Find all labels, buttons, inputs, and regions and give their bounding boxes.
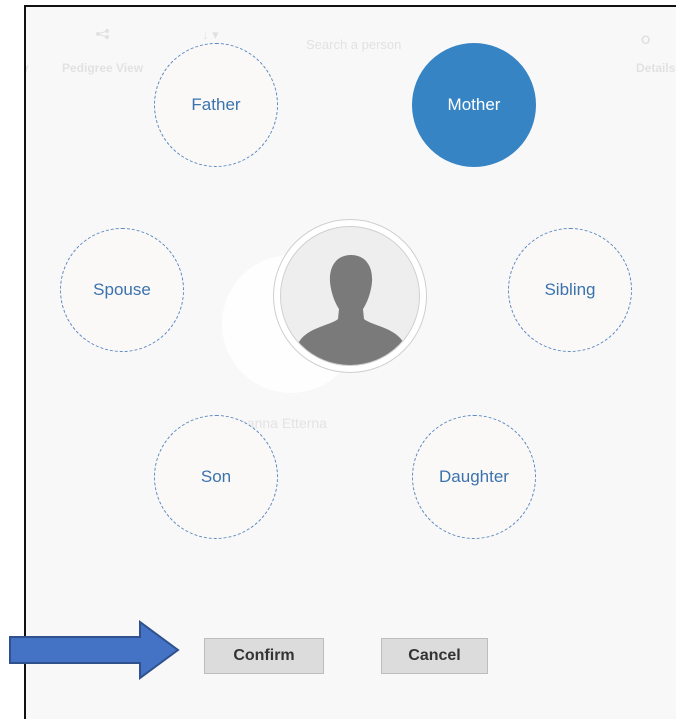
relation-mother[interactable]: Mother bbox=[412, 43, 536, 167]
relation-daughter[interactable]: Daughter bbox=[412, 415, 536, 539]
confirm-button[interactable]: Confirm bbox=[204, 638, 324, 674]
relation-spouse-label: Spouse bbox=[93, 280, 151, 299]
relation-father[interactable]: Father bbox=[154, 43, 278, 167]
toolbar-edge-text: y bbox=[26, 61, 29, 75]
person-silhouette-icon bbox=[289, 255, 413, 365]
relation-spouse[interactable]: Spouse bbox=[60, 228, 184, 352]
relation-father-label: Father bbox=[191, 95, 241, 114]
details-icon: O bbox=[641, 33, 651, 47]
cancel-button[interactable]: Cancel bbox=[381, 638, 488, 674]
avatar-placeholder bbox=[280, 226, 420, 366]
details-tab: Details bbox=[636, 61, 676, 75]
arrow-right-icon bbox=[9, 620, 180, 680]
relation-sibling[interactable]: Sibling bbox=[508, 228, 632, 352]
background-toolbar: y Pedigree View ↓ ▾ ns Search a person O… bbox=[26, 27, 676, 77]
toolbar-arrows: ↓ ▾ bbox=[202, 27, 219, 42]
relationship-dialog: y Pedigree View ↓ ▾ ns Search a person O… bbox=[24, 5, 676, 719]
background-search-input: Search a person bbox=[306, 37, 402, 52]
pedigree-view-tab: Pedigree View bbox=[62, 61, 144, 75]
relation-daughter-label: Daughter bbox=[439, 467, 509, 486]
relation-son-label: Son bbox=[200, 467, 232, 486]
relation-sibling-label: Sibling bbox=[544, 280, 596, 299]
relation-mother-label: Mother bbox=[447, 95, 501, 114]
avatar bbox=[273, 219, 427, 373]
pedigree-icon bbox=[96, 29, 109, 39]
relation-son[interactable]: Son bbox=[154, 415, 278, 539]
